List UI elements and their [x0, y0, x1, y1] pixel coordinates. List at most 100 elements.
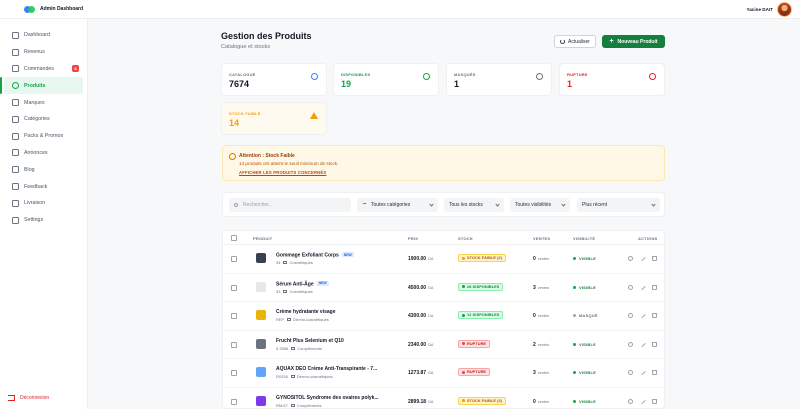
table-row[interactable]: Frucht Plus Selenium et Q10 6 2896 Complém… [223, 331, 664, 359]
stat-value: 1 [454, 79, 460, 89]
low-stock-alert: Attention : Stock Faible 14 produits ont… [222, 145, 665, 181]
table-row[interactable]: Gommage Exfoliant Corps NEW 34 Cosmétiques 1… [223, 245, 664, 274]
product-name[interactable]: AQUAX DEO Crème Anti-Transpirante - 7... [276, 366, 377, 372]
sidebar-item-label: Packs & Promos [24, 133, 64, 140]
product-thumbnail [256, 395, 266, 406]
sidebar-item-blog[interactable]: Blog [4, 161, 83, 178]
sidebar-item-dashboard[interactable]: Dashboard [4, 27, 83, 44]
product-ref: 33 [276, 288, 281, 294]
currency: DA [428, 342, 434, 347]
edit-icon[interactable] [639, 397, 646, 404]
view-icon[interactable] [628, 341, 633, 347]
logout-button[interactable]: Déconnexion [8, 395, 49, 401]
sidebar-item-label: Revenus [24, 49, 45, 56]
search-input[interactable] [229, 198, 351, 212]
table-row[interactable]: GYNOSITOL Syndrome des ovaires polyk... R… [223, 388, 664, 409]
row-checkbox[interactable] [231, 256, 237, 262]
delete-icon[interactable] [652, 398, 657, 404]
edit-icon[interactable] [639, 311, 646, 319]
edit-icon[interactable] [639, 283, 646, 290]
edit-icon[interactable] [639, 340, 646, 347]
currency: DA [428, 314, 434, 318]
sidebar-item-marques[interactable]: Marques [4, 94, 83, 111]
column-header-product[interactable]: PRODUIT [253, 236, 272, 241]
category-select[interactable]: Toutes catégories [357, 198, 438, 212]
sidebar-item-label: Dashboard [24, 32, 50, 39]
edit-icon[interactable] [639, 368, 646, 376]
cart-icon [12, 65, 19, 73]
sort-select-value: Plus récent [582, 202, 608, 208]
delete-icon[interactable] [652, 370, 657, 375]
visibility-toggle[interactable]: VISIBLE [573, 285, 596, 290]
status-dot-icon [462, 285, 465, 288]
show-affected-products-link[interactable]: AFFICHER LES PRODUITS CONCERNÉS [239, 170, 326, 175]
column-header-visibility[interactable]: VISIBILITÉ [573, 236, 595, 241]
row-checkbox[interactable] [231, 284, 237, 291]
visibility-toggle[interactable]: VISIBLE [573, 256, 596, 261]
sidebar-item-cat-gories[interactable]: Catégories [4, 111, 83, 128]
table-row[interactable]: Crème hydratante visage REF Dermo-cosmétiq… [223, 302, 664, 331]
sidebar-item-revenus[interactable]: Revenus [4, 44, 83, 61]
sort-select[interactable]: Plus récent [577, 198, 660, 212]
delete-icon[interactable] [652, 341, 657, 347]
sidebar-item-commandes[interactable]: Commandes 8 [4, 61, 83, 78]
column-header-stock[interactable]: STOCK [458, 236, 473, 241]
column-header-sales[interactable]: VENTES [533, 236, 550, 241]
view-icon[interactable] [628, 313, 633, 318]
visibility-text: VISIBLE [579, 398, 596, 404]
row-checkbox[interactable] [231, 313, 237, 319]
table-row[interactable]: AQUAX DEO Crème Anti-Transpirante - 7...… [223, 359, 664, 388]
new-product-button[interactable]: + Nouveau Produit [602, 35, 665, 48]
stat-value: 1 [567, 79, 573, 89]
delete-icon[interactable] [652, 256, 657, 261]
refresh-button[interactable]: Actualiser [554, 35, 596, 48]
status-dot-icon [573, 314, 576, 317]
view-icon[interactable] [628, 284, 633, 290]
product-name[interactable]: Frucht Plus Selenium et Q10 [276, 338, 344, 344]
dashboard-icon [12, 31, 19, 39]
column-header-price[interactable]: PRIX [408, 236, 418, 241]
sidebar-item-produits[interactable]: Produits [0, 77, 83, 95]
sidebar-item-settings[interactable]: Settings [4, 212, 83, 229]
status-dot-icon [573, 342, 576, 346]
visibility-toggle[interactable]: VISIBLE [573, 370, 596, 375]
sidebar-item-feedback[interactable]: Feedback [4, 178, 83, 195]
sidebar-item-packs-promos[interactable]: Packs & Promos [4, 128, 83, 145]
stat-value: 14 [229, 118, 240, 128]
product-sales: 3 ventes [533, 285, 549, 291]
view-icon[interactable] [628, 256, 633, 261]
row-checkbox[interactable] [231, 341, 237, 348]
brand[interactable]: Admin Dashboard [24, 5, 83, 14]
view-icon[interactable] [628, 370, 633, 375]
product-price: 1273.87 DA [408, 370, 433, 376]
product-meta: 6 2896 Compléments [276, 346, 322, 351]
view-icon[interactable] [628, 398, 633, 404]
visibility-toggle[interactable]: VISIBLE [573, 399, 596, 404]
visibility-text: MASQUÉ [579, 313, 598, 318]
stock-select[interactable]: Tous les stocks [444, 198, 504, 212]
x-circle-icon [649, 73, 656, 80]
visibility-toggle[interactable]: MASQUÉ [573, 313, 598, 318]
product-name[interactable]: Gommage Exfoliant Corps NEW [276, 252, 354, 259]
product-name[interactable]: Crème hydratante visage [276, 309, 335, 315]
visibility-select[interactable]: Toutes visibilités [510, 198, 570, 212]
delete-icon[interactable] [652, 313, 657, 318]
delete-icon[interactable] [652, 284, 657, 290]
row-checkbox[interactable] [231, 398, 237, 405]
table-row[interactable]: Sérum Anti-Âge NEW 33 Cosmétiques 4500.00 DA 2… [223, 274, 664, 302]
product-name[interactable]: Sérum Anti-Âge NEW [276, 280, 329, 287]
product-name[interactable]: GYNOSITOL Syndrome des ovaires polyk... [276, 395, 379, 401]
product-price: 4300.00 DA [408, 313, 433, 319]
select-all-checkbox[interactable] [231, 235, 237, 241]
sidebar-item-label: Produits [24, 82, 46, 89]
user-menu[interactable]: Yacine DAIT [746, 0, 792, 19]
visibility-toggle[interactable]: VISIBLE [573, 342, 596, 347]
sidebar-item-annonces[interactable]: Annonces [4, 145, 83, 162]
row-checkbox[interactable] [231, 370, 237, 376]
sidebar-item-livraison[interactable]: Livraison [4, 195, 83, 212]
avatar[interactable] [777, 2, 792, 17]
stock-badge: 12 DISPONIBLES [458, 311, 504, 319]
edit-icon[interactable] [639, 254, 646, 262]
folder-icon [287, 318, 291, 321]
product-price: 2899.18 DA [408, 399, 433, 405]
